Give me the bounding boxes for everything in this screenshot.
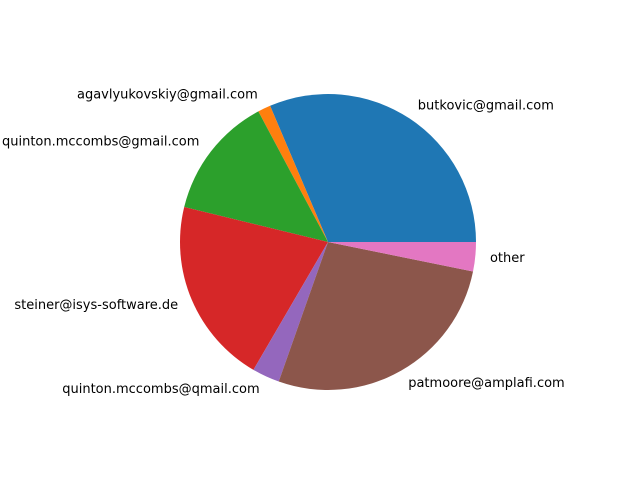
pie-label-quinton-mccombs-gmail-com: quinton.mccombs@gmail.com — [2, 135, 199, 150]
pie-label-agavlyukovskiy-gmail-com: agavlyukovskiy@gmail.com — [77, 88, 258, 103]
pie-label-butkovic-gmail-com: butkovic@gmail.com — [418, 99, 554, 114]
pie-label-quinton-mccombs-qmail-com: quinton.mccombs@qmail.com — [62, 382, 259, 397]
pie-slices — [180, 94, 476, 390]
pie-chart: butkovic@gmail.com agavlyukovskiy@gmail.c… — [0, 0, 640, 480]
pie-label-other: other — [490, 251, 525, 266]
pie-label-steiner-isys-software-de: steiner@isys-software.de — [14, 298, 178, 313]
pie-label-patmoore-amplafi-com: patmoore@amplafi.com — [408, 376, 564, 391]
